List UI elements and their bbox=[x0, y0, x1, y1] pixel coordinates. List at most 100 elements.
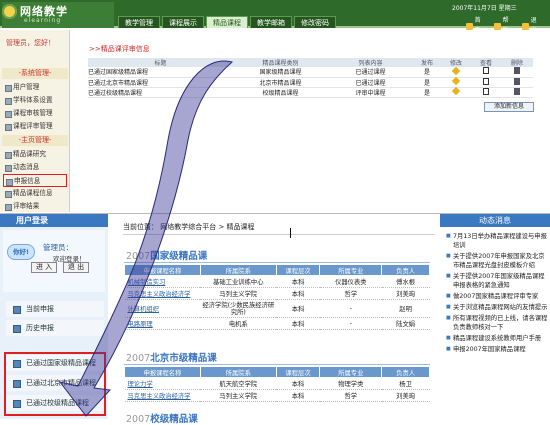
edit-cell bbox=[441, 66, 471, 78]
view-icon[interactable] bbox=[483, 67, 489, 75]
course-link[interactable]: 电路原理 bbox=[124, 317, 201, 330]
exit-button[interactable]: 退 出 bbox=[63, 262, 89, 273]
nav-teaching-mail[interactable]: 教学邮箱 bbox=[250, 16, 292, 28]
front-left-column: 用户登录 你好! 管理员： 欢迎登录！ 进 入 退 出 当前申报 历史申报 已通… bbox=[0, 214, 108, 419]
table-row: 已通过北京市精品课程 北京市精品课程 已通过课程 是 bbox=[88, 76, 533, 88]
col-edit: 修改 bbox=[441, 58, 471, 67]
edit-icon[interactable] bbox=[451, 86, 461, 96]
delete-icon[interactable] bbox=[514, 67, 520, 75]
view-icon[interactable] bbox=[483, 77, 489, 85]
admin-greeting: 管理员，您好！ bbox=[6, 39, 55, 47]
login-box: 你好! 管理员： 欢迎登录！ 进 入 退 出 bbox=[3, 230, 105, 292]
sidebar-item-course-research[interactable]: 精品课研究 bbox=[3, 148, 67, 161]
menu-passed-national[interactable]: 已通过国家级精品课程 bbox=[6, 355, 104, 371]
sidebar-item-application-info[interactable]: 申报信息 bbox=[3, 174, 67, 187]
nav-change-password[interactable]: 修改密码 bbox=[294, 16, 336, 28]
divider bbox=[123, 234, 435, 235]
row-content: 已通过课程 bbox=[328, 67, 413, 78]
front-site-preview: 用户登录 你好! 管理员： 欢迎登录！ 进 入 退 出 当前申报 历史申报 已通… bbox=[0, 213, 550, 425]
news-item[interactable]: 关于提供2007年国家级精品课程申报表格的紧急通知 bbox=[446, 272, 548, 290]
sidebar-item-discipline-settings[interactable]: 学科体系设置 bbox=[3, 94, 67, 107]
course-link[interactable]: 机械制造实习 bbox=[124, 275, 201, 288]
news-heading: 动态消息 bbox=[440, 214, 550, 227]
sidebar-item-user-management[interactable]: 用户管理 bbox=[3, 81, 67, 94]
nav-course-showcase[interactable]: 课程展示 bbox=[162, 16, 204, 28]
view-icon[interactable] bbox=[483, 87, 489, 95]
table-row: 已通过校级精品课程 校级精品课程 评审中课程 是 bbox=[88, 86, 533, 98]
col-department: 所属院系 bbox=[199, 264, 277, 276]
beijing-course-table: 申报课程名称 所属院系 课程层次 所属专业 负责人 理论力学 航天航空学院 本科… bbox=[124, 366, 430, 402]
col-level: 课程层次 bbox=[275, 366, 321, 378]
logo-icon bbox=[2, 4, 17, 19]
col-title: 标题 bbox=[88, 58, 233, 67]
help-link[interactable]: 帮助 bbox=[494, 16, 514, 36]
delete-icon[interactable] bbox=[514, 87, 520, 95]
col-owner: 负责人 bbox=[381, 264, 430, 276]
news-list: 7月13日举办精品课程建设与申报培训 关于提供2007年申报国家及北京市精品课程… bbox=[446, 232, 548, 356]
news-item[interactable]: 申报2007年国家精品课程 bbox=[446, 345, 548, 354]
course-owner: 赵明 bbox=[381, 299, 430, 318]
front-main-content: 当前位置： 网络教学综合平台 > 精品课程 2007 国家级精品课 申报课程名称 … bbox=[114, 214, 438, 425]
menu-current-application[interactable]: 当前申报 bbox=[6, 301, 104, 317]
section-name: 国家级精品课 bbox=[150, 251, 208, 262]
logout-link[interactable]: 退出 bbox=[522, 16, 542, 36]
nav-teaching-management[interactable]: 教学管理 bbox=[118, 16, 160, 28]
course-link[interactable]: 理论力学 bbox=[124, 377, 201, 390]
news-item[interactable]: 7月13日举办精品课程建设与申报培训 bbox=[446, 232, 548, 250]
divider bbox=[124, 262, 430, 263]
delete-icon[interactable] bbox=[514, 77, 520, 85]
site-logo[interactable]: 网络教学 elearning bbox=[2, 2, 114, 28]
course-major: 仪器仪表类 bbox=[319, 275, 382, 288]
breadcrumb: 当前位置： 网络教学综合平台 > 精品课程 bbox=[123, 223, 255, 231]
course-owner: 傅水根 bbox=[381, 275, 430, 288]
enter-button[interactable]: 进 入 bbox=[31, 262, 57, 273]
course-level: 本科 bbox=[276, 275, 320, 288]
section-homepage-management: -主页管理- bbox=[2, 135, 68, 146]
course-major: - bbox=[319, 317, 382, 330]
news-item[interactable]: 关于浏览精品课程网站的友情提示 bbox=[446, 303, 548, 312]
news-item[interactable]: 做2007国家精品课程评审专家 bbox=[446, 292, 548, 301]
top-tools: 首页 帮助 退出 bbox=[466, 16, 550, 36]
news-item[interactable]: 关于提供2007年申报国家及北京市精品课程光盘封皮模板介绍 bbox=[446, 252, 548, 270]
col-content: 列表内容 bbox=[328, 58, 413, 67]
table-row: 计算机组织 经济学院(少数民族经济研究所) 本科 - 赵明 bbox=[124, 299, 430, 318]
home-label: 首页 bbox=[474, 17, 481, 34]
row-publish: 是 bbox=[413, 67, 441, 78]
help-label: 帮助 bbox=[502, 17, 509, 34]
menu-history-application[interactable]: 历史申报 bbox=[6, 320, 104, 336]
table-row: 马克思主义政治经济学 马列主义学院 本科 哲学 刘美珣 bbox=[124, 389, 430, 402]
home-link[interactable]: 首页 bbox=[466, 16, 486, 36]
col-delete: 删除 bbox=[501, 58, 533, 67]
sidebar-item-course-evaluation[interactable]: 课程评审管理 bbox=[3, 120, 67, 133]
col-course-name: 申报课程名称 bbox=[124, 366, 201, 378]
news-item[interactable]: 所有课程视频的已上线，请各课程负责教师核对一下 bbox=[446, 314, 548, 332]
home-icon bbox=[466, 22, 473, 30]
section-year: 2007 bbox=[126, 414, 151, 425]
sidebar-item-results[interactable]: 评审结果 bbox=[3, 200, 67, 213]
edit-cell bbox=[441, 76, 471, 88]
menu-passed-school[interactable]: 已通过校级精品课程 bbox=[6, 395, 104, 411]
col-category: 精品课程类别 bbox=[233, 58, 328, 67]
course-level: 本科 bbox=[276, 377, 320, 390]
news-item[interactable]: 精品课程建设系统教师用户手册 bbox=[446, 334, 548, 343]
nav-quality-courses[interactable]: 精品课程 bbox=[206, 16, 248, 28]
add-info-button[interactable]: 添加新信息 bbox=[484, 102, 534, 112]
edit-icon[interactable] bbox=[451, 76, 461, 86]
col-major: 所属专业 bbox=[319, 366, 383, 378]
course-link[interactable]: 计算机组织 bbox=[124, 299, 201, 318]
sidebar-item-course-review[interactable]: 课程审核管理 bbox=[3, 107, 67, 120]
table-row: 机械制造实习 基础工业训练中心 本科 仪器仪表类 傅水根 bbox=[124, 275, 430, 288]
row-category: 国家级精品课程 bbox=[233, 67, 328, 78]
course-department: 经济学院(少数民族经济研究所) bbox=[200, 299, 277, 318]
top-nav: 教学管理 课程展示 精品课程 教学邮箱 修改密码 bbox=[118, 16, 338, 28]
course-level: 本科 bbox=[276, 299, 320, 318]
sidebar-item-course-info[interactable]: 精品课程信息 bbox=[3, 187, 67, 200]
menu-passed-beijing[interactable]: 已通过北京市精品课程 bbox=[6, 375, 104, 391]
course-owner: 杨卫 bbox=[381, 377, 430, 390]
course-link[interactable]: 马克思主义政治经济学 bbox=[124, 389, 201, 402]
edit-icon[interactable] bbox=[451, 66, 461, 75]
course-link[interactable]: 马克思主义政治经济学 bbox=[124, 287, 201, 300]
date-text: 2007年11月7日 星期三 bbox=[452, 5, 517, 12]
sidebar-item-news[interactable]: 动态消息 bbox=[3, 161, 67, 174]
delete-cell bbox=[501, 87, 533, 98]
